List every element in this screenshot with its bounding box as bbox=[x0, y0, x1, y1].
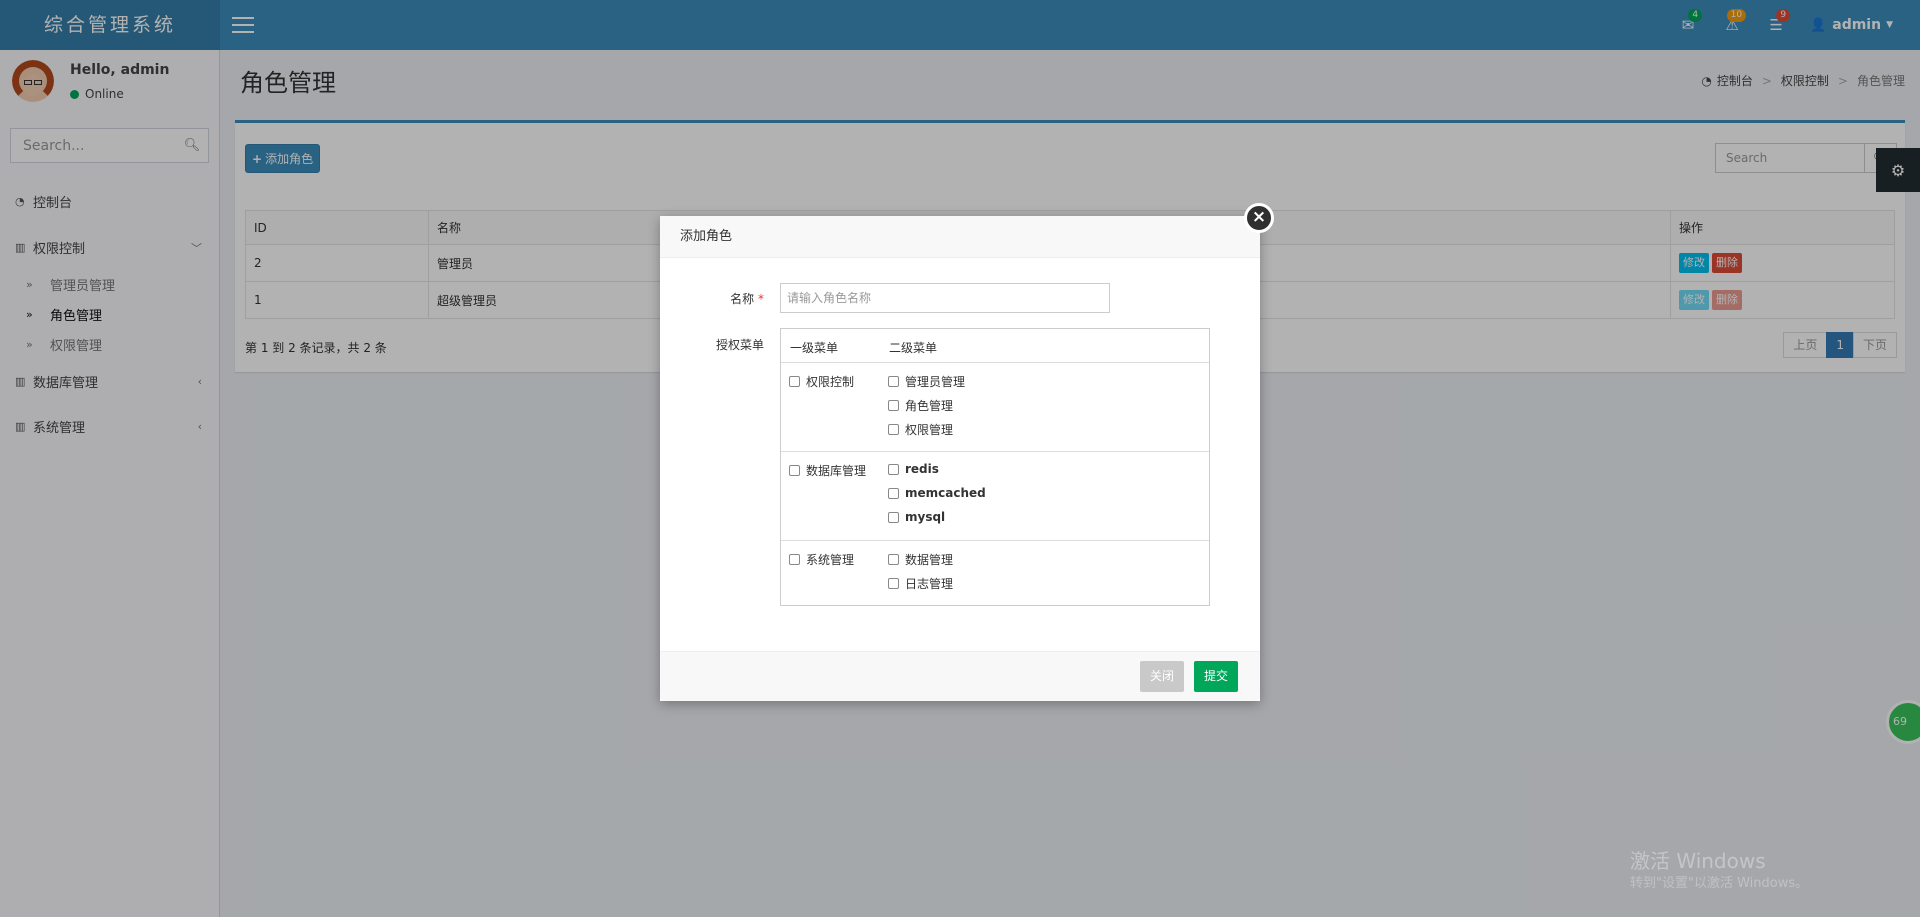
checkbox-redis[interactable]: redis bbox=[888, 462, 939, 476]
permission-group-database: 数据库管理 redis memcached mysql bbox=[781, 452, 1209, 541]
permission-group-system: 系统管理 数据管理 日志管理 bbox=[781, 541, 1209, 605]
watermark-subtitle: 转到"设置"以激活 Windows。 bbox=[1630, 876, 1809, 891]
dialog-footer: 关闭 提交 bbox=[660, 651, 1260, 701]
watermark-title: 激活 Windows bbox=[1630, 849, 1766, 873]
checkbox-admin-management[interactable]: 管理员管理 bbox=[888, 373, 965, 390]
checkbox-memcached[interactable]: memcached bbox=[888, 486, 986, 500]
checkbox-log-management[interactable]: 日志管理 bbox=[888, 575, 953, 592]
checkbox-permission-management[interactable]: 权限管理 bbox=[888, 421, 953, 438]
checkbox-role-management[interactable]: 角色管理 bbox=[888, 397, 953, 414]
checkbox-data-management[interactable]: 数据管理 bbox=[888, 551, 953, 568]
checkbox-access-control[interactable]: 权限控制 bbox=[789, 373, 854, 390]
permission-table: 一级菜单 二级菜单 权限控制 管理员管理 角色管理 权限管理 数据库管理 red… bbox=[780, 328, 1210, 606]
name-label: 名称 * bbox=[730, 292, 764, 306]
dialog-title: 添加角色 bbox=[660, 216, 1260, 258]
close-icon[interactable]: × bbox=[1244, 203, 1274, 233]
role-name-input[interactable]: 请输入角色名称 bbox=[780, 283, 1110, 313]
checkbox-system[interactable]: 系统管理 bbox=[789, 551, 854, 568]
close-button[interactable]: 关闭 bbox=[1140, 661, 1185, 692]
checkbox-mysql[interactable]: mysql bbox=[888, 510, 945, 524]
permission-header: 一级菜单 二级菜单 bbox=[781, 329, 1209, 363]
checkbox-database[interactable]: 数据库管理 bbox=[789, 462, 866, 479]
permission-group-access: 权限控制 管理员管理 角色管理 权限管理 bbox=[781, 363, 1209, 452]
permission-label: 授权菜单 bbox=[715, 338, 764, 352]
submit-button[interactable]: 提交 bbox=[1194, 661, 1239, 692]
add-role-dialog: 添加角色 × 名称 * 请输入角色名称 授权菜单 一级菜单 二级菜单 权限控制 … bbox=[660, 203, 1274, 701]
